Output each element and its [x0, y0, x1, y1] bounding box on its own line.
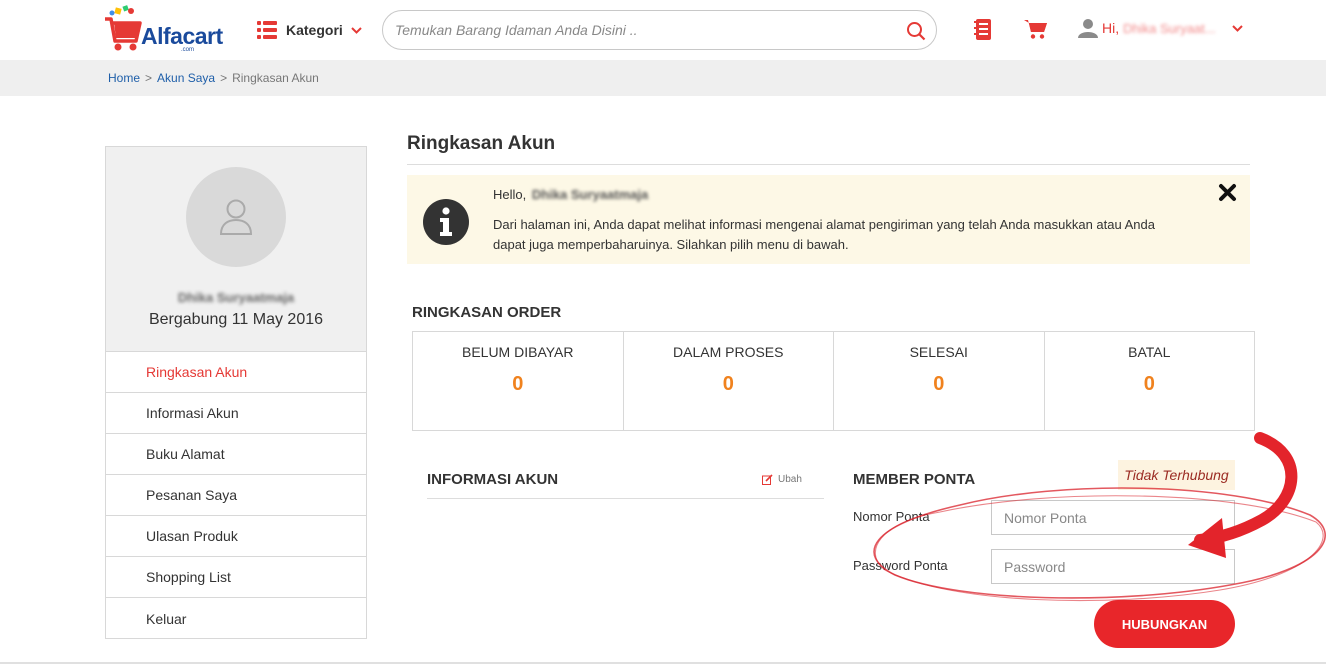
edit-account-button[interactable]: Ubah [762, 474, 802, 485]
kategori-label: Kategori [286, 22, 343, 38]
notice-text: Dari halaman ini, Anda dapat melihat inf… [493, 217, 1155, 252]
divider [407, 164, 1250, 165]
ponta-status-badge: Tidak Terhubung [1118, 460, 1235, 490]
menu-list-icon [257, 21, 277, 39]
alfacart-logo[interactable]: Alfacart .com [103, 5, 225, 55]
sidebar-item-informasi-akun[interactable]: Informasi Akun [106, 393, 366, 434]
breadcrumb-separator: > [145, 71, 153, 85]
order-cell-batal[interactable]: BATAL 0 [1045, 332, 1255, 430]
breadcrumb-bar: Home > Akun Saya > Ringkasan Akun [0, 60, 1326, 96]
edit-icon [762, 474, 773, 485]
ponta-number-input[interactable] [991, 500, 1235, 535]
user-greeting: Hi, [1102, 20, 1120, 36]
order-cell-dalam-proses[interactable]: DALAM PROSES 0 [624, 332, 834, 430]
logo-text: Alfacart [141, 23, 223, 49]
sidebar-item-pesanan-saya[interactable]: Pesanan Saya [106, 475, 366, 516]
notice-hello: Hello, [493, 187, 527, 202]
order-cell-count: 0 [933, 373, 945, 395]
profile-card: Dhika Suryaatmaja Bergabung 11 May 2016 [106, 147, 366, 352]
order-cell-count: 0 [512, 373, 524, 395]
ponta-password-input[interactable] [991, 549, 1235, 584]
sidebar-item-keluar[interactable]: Keluar [106, 598, 366, 639]
notice-greeting: Hello, Dhika Suryaatmaja [493, 187, 648, 202]
order-cell-count: 0 [722, 373, 734, 395]
search-icon[interactable] [906, 21, 926, 41]
order-cell-label: SELESAI [909, 344, 968, 360]
search-input[interactable] [395, 19, 895, 41]
sidebar-item-buku-alamat[interactable]: Buku Alamat [106, 434, 366, 475]
order-summary-grid: BELUM DIBAYAR 0 DALAM PROSES 0 SELESAI 0… [412, 331, 1255, 431]
order-list-icon[interactable] [974, 18, 994, 42]
order-cell-belum-dibayar[interactable]: BELUM DIBAYAR 0 [413, 332, 624, 430]
order-cell-label: BATAL [1128, 344, 1171, 360]
chevron-down-icon [351, 26, 362, 34]
order-cell-count: 0 [1143, 373, 1155, 395]
user-icon [1078, 19, 1098, 38]
breadcrumb: Home > Akun Saya > Ringkasan Akun [108, 71, 319, 85]
avatar [186, 167, 286, 267]
kategori-menu-button[interactable]: Kategori [257, 17, 362, 43]
sidebar-item-shopping-list[interactable]: Shopping List [106, 557, 366, 598]
chevron-down-icon [1231, 24, 1243, 32]
profile-name: Dhika Suryaatmaja [177, 290, 295, 305]
cart-icon[interactable] [1024, 18, 1048, 40]
notice-name: Dhika Suryaatmaja [531, 187, 649, 202]
order-cell-selesai[interactable]: SELESAI 0 [834, 332, 1045, 430]
order-cell-label: BELUM DIBAYAR [461, 344, 574, 360]
close-icon[interactable] [1218, 183, 1237, 202]
footer-divider [0, 662, 1326, 664]
member-ponta-title: MEMBER PONTA [853, 471, 976, 488]
sidebar-item-ringkasan-akun[interactable]: Ringkasan Akun [106, 352, 366, 393]
ponta-password-label: Password Ponta [853, 558, 948, 573]
ponta-number-label: Nomor Ponta [853, 509, 930, 524]
info-icon [423, 199, 469, 245]
connect-ponta-button[interactable]: HUBUNGKAN [1094, 600, 1235, 648]
site-header: Alfacart .com Kategori Temukan Barang Id… [0, 0, 1326, 60]
info-notice: Hello, Dhika Suryaatmaja Dari halaman in… [407, 175, 1250, 264]
search-bar [382, 10, 937, 50]
edit-label: Ubah [778, 474, 802, 485]
page-title: Ringkasan Akun [407, 133, 556, 154]
divider [427, 498, 824, 499]
user-menu[interactable]: Hi, Dhika Suryaat... [1078, 18, 1243, 38]
sidebar-item-ulasan-produk[interactable]: Ulasan Produk [106, 516, 366, 557]
account-sidebar: Dhika Suryaatmaja Bergabung 11 May 2016 … [105, 146, 367, 639]
breadcrumb-akun-saya[interactable]: Akun Saya [157, 71, 215, 85]
logo-subtext: .com [181, 47, 195, 53]
user-name: Dhika Suryaat... [1123, 20, 1216, 36]
profile-joined-date: Bergabung 11 May 2016 [148, 311, 324, 328]
breadcrumb-separator: > [220, 71, 228, 85]
order-cell-label: DALAM PROSES [673, 344, 784, 360]
user-avatar-icon [219, 199, 253, 235]
order-summary-title: RINGKASAN ORDER [412, 304, 562, 321]
annotation-arrow [1188, 432, 1298, 558]
breadcrumb-home[interactable]: Home [108, 71, 140, 85]
breadcrumb-current: Ringkasan Akun [232, 71, 319, 85]
account-info-title: INFORMASI AKUN [427, 471, 559, 488]
